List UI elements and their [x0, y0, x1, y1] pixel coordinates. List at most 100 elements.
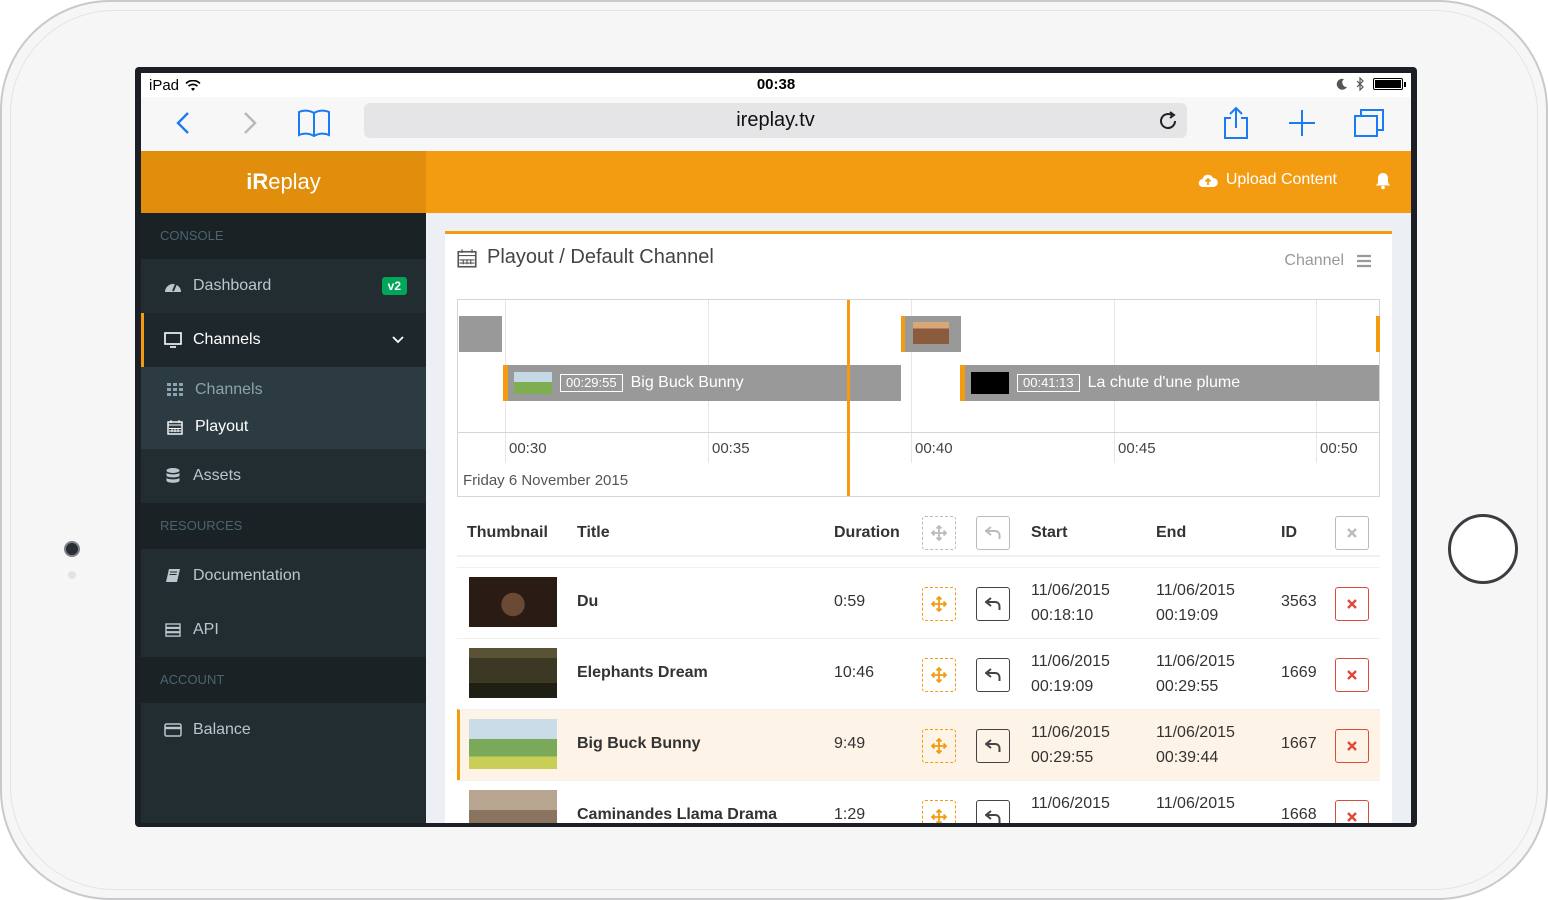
- server-icon: [163, 621, 183, 639]
- timeline-tick-label: 00:45: [1118, 440, 1156, 457]
- undo-button[interactable]: [976, 800, 1010, 823]
- share-button[interactable]: [1216, 103, 1256, 143]
- row-thumbnail: [469, 577, 557, 627]
- upload-content-label: Upload Content: [1225, 171, 1337, 188]
- sidebar-item-dashboard[interactable]: Dashboard v2: [141, 259, 426, 313]
- delete-button[interactable]: [1335, 800, 1369, 823]
- channel-menu[interactable]: Channel: [1284, 252, 1372, 270]
- forward-button[interactable]: [230, 103, 270, 143]
- timeline-block-big-buck-bunny[interactable]: 00:29:55 Big Buck Bunny: [503, 365, 901, 401]
- row-end: 11/06/2015 00:19:09: [1156, 582, 1235, 624]
- delete-all-button[interactable]: [1335, 516, 1369, 550]
- tabs-button[interactable]: [1349, 103, 1389, 143]
- moon-icon: [1336, 78, 1347, 90]
- timeline-block-duration: 00:41:13: [1017, 374, 1080, 392]
- book-icon: [298, 109, 330, 138]
- brand-logo[interactable]: iReplay: [141, 151, 426, 213]
- delete-button[interactable]: [1335, 729, 1369, 763]
- row-duration: 1:29: [834, 806, 866, 823]
- table-row[interactable]: Elephants Dream 10:46 11/06/2015 00:19:09…: [457, 638, 1380, 709]
- undo-button[interactable]: [976, 587, 1010, 621]
- sidebar-item-assets[interactable]: Assets: [141, 449, 426, 503]
- sidebar-subitem-playout[interactable]: Playout: [141, 408, 426, 445]
- upload-content-button[interactable]: Upload Content: [1198, 171, 1337, 189]
- sidebar-item-documentation[interactable]: Documentation: [141, 549, 426, 603]
- content-area: Playout / Default Channel Channel 00:29:…: [426, 213, 1411, 823]
- row-duration: 9:49: [834, 735, 866, 752]
- row-title: Elephants Dream: [577, 664, 708, 681]
- sidebar-header-account: ACCOUNT: [141, 657, 426, 703]
- column-header-start: Start: [1031, 524, 1068, 541]
- chevron-right-icon: [244, 112, 257, 134]
- timeline-now-marker[interactable]: [847, 300, 850, 496]
- back-button[interactable]: [163, 103, 203, 143]
- playout-timeline[interactable]: 00:29:55 Big Buck Bunny 00:41:13 La chut…: [457, 299, 1380, 497]
- sidebar-item-channels[interactable]: Channels: [141, 313, 426, 367]
- row-duration: 10:46: [834, 664, 875, 681]
- bell-icon[interactable]: [1373, 171, 1393, 191]
- box-title: Playout / Default Channel: [487, 246, 714, 268]
- grid-icon: [166, 382, 184, 398]
- row-start: 11/06/2015: [1031, 795, 1110, 812]
- chevron-down-icon: [392, 336, 404, 344]
- timeline-block-thumb[interactable]: [901, 316, 961, 352]
- move-button[interactable]: [922, 658, 956, 692]
- timeline-block-edge: [1376, 316, 1380, 352]
- close-icon: [1347, 528, 1357, 538]
- timeline-block-previous[interactable]: [459, 316, 502, 352]
- move-icon: [931, 667, 947, 683]
- cloud-upload-icon: [1198, 174, 1218, 188]
- row-thumbnail: [469, 719, 557, 769]
- tabs-icon: [1354, 109, 1384, 137]
- row-thumbnail: [469, 790, 557, 823]
- timeline-date: Friday 6 November 2015: [463, 472, 629, 489]
- undo-icon: [985, 526, 1001, 539]
- undo-all-button[interactable]: [976, 516, 1010, 550]
- share-icon: [1224, 106, 1248, 139]
- column-header-duration: Duration: [834, 524, 900, 541]
- sidebar: CONSOLE Dashboard v2 Channels Channels P…: [141, 213, 426, 823]
- timeline-block-la-chute[interactable]: 00:41:13 La chute d'une plume: [960, 365, 1379, 401]
- sidebar-item-balance[interactable]: Balance: [141, 703, 426, 757]
- column-header-title: Title: [577, 524, 610, 541]
- timeline-tick-label: 00:50: [1320, 440, 1358, 457]
- timeline-block-duration: 00:29:55: [560, 374, 623, 392]
- home-button[interactable]: [1448, 514, 1518, 584]
- move-button[interactable]: [922, 729, 956, 763]
- move-icon: [931, 596, 947, 612]
- status-time: 00:38: [756, 76, 796, 93]
- undo-button[interactable]: [976, 729, 1010, 763]
- close-icon: [1347, 741, 1357, 751]
- reload-icon[interactable]: [1157, 110, 1179, 132]
- timeline-tick-label: 00:40: [915, 440, 953, 457]
- move-button[interactable]: [922, 800, 956, 823]
- table-row[interactable]: Du 0:59 11/06/2015 00:18:10 11/06/2015 00:…: [457, 567, 1380, 638]
- sidebar-subitem-channels[interactable]: Channels: [141, 371, 426, 408]
- sidebar-item-api[interactable]: API: [141, 603, 426, 657]
- move-all-button[interactable]: [922, 516, 956, 550]
- camera-icon: [64, 541, 80, 557]
- address-bar[interactable]: ireplay.tv: [364, 103, 1187, 138]
- timeline-block-title: La chute d'une plume: [1087, 374, 1241, 391]
- column-header-end: End: [1156, 524, 1187, 541]
- app-header: iReplay Upload Content: [141, 151, 1411, 213]
- undo-icon: [985, 597, 1001, 610]
- row-start: 11/06/2015 00:29:55: [1031, 724, 1110, 766]
- undo-icon: [985, 739, 1001, 752]
- bookmarks-button[interactable]: [294, 103, 334, 143]
- undo-button[interactable]: [976, 658, 1010, 692]
- book-icon: [163, 567, 183, 585]
- new-tab-button[interactable]: [1282, 103, 1322, 143]
- url-text: ireplay.tv: [736, 109, 815, 131]
- channels-submenu: Channels Playout: [141, 367, 426, 449]
- delete-button[interactable]: [1335, 658, 1369, 692]
- hamburger-icon: [1357, 254, 1371, 268]
- table-row-active[interactable]: Big Buck Bunny 9:49 11/06/2015 00:29:55 1…: [457, 709, 1380, 780]
- timeline-thumbnail: [913, 322, 949, 344]
- move-button[interactable]: [922, 587, 956, 621]
- delete-button[interactable]: [1335, 587, 1369, 621]
- database-icon: [163, 467, 183, 485]
- row-end: 11/06/2015 00:29:55: [1156, 653, 1235, 695]
- screen: iPad 00:38 ireplay.tv iReplay Upload Con…: [141, 73, 1411, 823]
- move-icon: [931, 525, 947, 541]
